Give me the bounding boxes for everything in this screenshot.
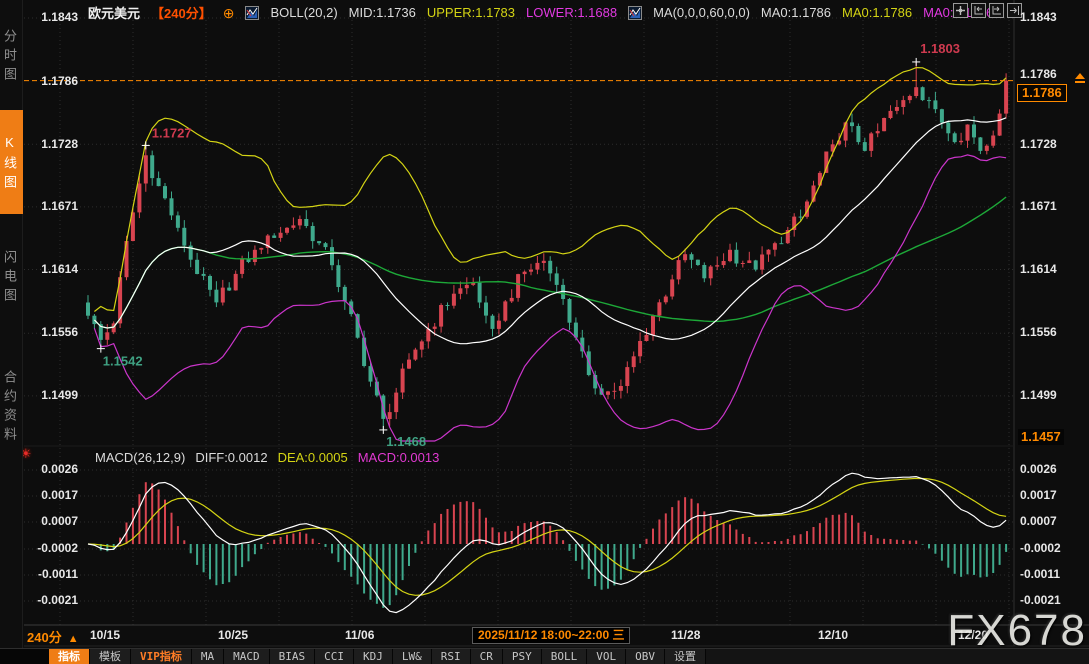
chart-type-sidebar: 分时图 K线图 闪电图 合约资料 (0, 0, 23, 648)
current-price-badge: 1.1786 (1017, 84, 1067, 102)
price-tick-left: 1.1728 (26, 137, 78, 152)
macd-tick-right: 0.0026 (1020, 462, 1080, 477)
sidebar-item-contract-info[interactable]: 合约资料 (0, 340, 23, 472)
symbol-name: 欧元美元 (88, 3, 140, 22)
watermark: FX678 (947, 606, 1087, 656)
tab-settings[interactable]: 设置 (665, 649, 706, 664)
tab-cci[interactable]: CCI (315, 649, 354, 664)
boll-legend-icon[interactable] (245, 6, 259, 20)
price-tick-left: 1.1499 (26, 388, 78, 403)
macd-tick-left: -0.0021 (26, 593, 78, 608)
macd-tick-left: 0.0007 (26, 514, 78, 529)
macd-tick-right: 0.0007 (1020, 514, 1080, 529)
x-axis-date: 12/10 (818, 628, 848, 642)
indicator-tab-bar: 指标 模板 VIP指标 MA MACD BIAS CCI KDJ LW& RSI… (0, 648, 1089, 664)
chart-toolbar (953, 3, 1022, 18)
scale-low-badge: 1.1457 (1018, 429, 1064, 445)
macd-title: MACD(26,12,9) (95, 450, 185, 465)
price-tick-left: 1.1614 (26, 262, 78, 277)
boll-upper-value: UPPER:1.1783 (427, 5, 515, 20)
ma2-value: MA0:1.1786 (842, 5, 912, 20)
sidebar-item-label: K线图 (0, 135, 19, 194)
price-tick-right: 1.1786 (1020, 67, 1080, 82)
sidebar-item-kline-chart[interactable]: K线图 (0, 110, 23, 214)
price-tick-right: 1.1556 (1020, 325, 1080, 340)
chart-header: 欧元美元 【240分】 ⊕ BOLL(20,2) MID:1.1736 UPPE… (88, 3, 993, 22)
price-tick-left: 1.1843 (26, 10, 78, 25)
tab-indicator[interactable]: 指标 (49, 649, 90, 664)
macd-tick-right: -0.0002 (1020, 541, 1080, 556)
boll-title: BOLL(20,2) (270, 5, 337, 20)
tab-cr[interactable]: CR (471, 649, 503, 664)
price-tick-right: 1.1843 (1020, 10, 1080, 25)
price-tick-left: 1.1671 (26, 199, 78, 214)
tab-kdj[interactable]: KDJ (354, 649, 393, 664)
dropdown-arrow-icon: ▲ (68, 633, 79, 645)
tab-bar-spacer (0, 649, 49, 664)
macd-tick-right: 0.0017 (1020, 488, 1080, 503)
tab-obv[interactable]: OBV (626, 649, 665, 664)
price-tick-left: 1.1556 (26, 325, 78, 340)
macd-header: MACD(26,12,9) DIFF:0.0012 DEA:0.0005 MAC… (95, 450, 439, 465)
boll-lower-value: LOWER:1.1688 (526, 5, 617, 20)
sidebar-item-lightning-chart[interactable]: 闪电图 (0, 226, 23, 326)
price-tick-right: 1.1499 (1020, 388, 1080, 403)
x-axis-date: 11/28 (671, 628, 700, 642)
macd-tick-left: 0.0017 (26, 488, 78, 503)
x-axis-date: 10/15 (90, 628, 120, 642)
ma1-value: MA0:1.1786 (761, 5, 831, 20)
svg-text:1.1803: 1.1803 (920, 41, 960, 56)
svg-text:1.1727: 1.1727 (152, 125, 192, 140)
latest-price-arrow-icon[interactable] (1073, 71, 1087, 90)
tab-psy[interactable]: PSY (503, 649, 542, 664)
macd-tick-left: 0.0026 (26, 462, 78, 477)
price-chart-canvas[interactable]: 1.1727 1.1542 1.1468 1.1803 (0, 0, 1089, 664)
ma-legend-icon[interactable] (628, 6, 642, 20)
macd-tick-left: -0.0011 (26, 567, 78, 582)
svg-text:1.1468: 1.1468 (386, 434, 426, 449)
period-selector-label: 240分 (27, 630, 62, 645)
price-tick-right: 1.1728 (1020, 137, 1080, 152)
macd-tick-right: -0.0011 (1020, 567, 1080, 582)
selected-bar-datetime: 2025/11/12 18:00~22:00 三 (472, 627, 630, 644)
macd-tick-left: -0.0002 (26, 541, 78, 556)
pan-icon[interactable] (953, 3, 968, 18)
tab-bias[interactable]: BIAS (270, 649, 316, 664)
x-axis-date: 11/06 (345, 628, 374, 642)
trading-app-window: 1.1727 1.1542 1.1468 1.1803 分时图 K线图 闪电图 合约资… (0, 0, 1089, 664)
macd-dea-value: DEA:0.0005 (278, 450, 348, 465)
sidebar-item-time-chart[interactable]: 分时图 (0, 6, 23, 104)
period-selector[interactable]: 240分 ▲ (27, 627, 79, 646)
tab-ma[interactable]: MA (192, 649, 224, 664)
tab-vip-indicator[interactable]: VIP指标 (131, 649, 192, 664)
scale-left-icon[interactable] (971, 3, 986, 18)
price-tick-left: 1.1786 (26, 74, 78, 89)
svg-text:1.1542: 1.1542 (103, 354, 143, 369)
sidebar-item-label: 合约资料 (0, 370, 19, 446)
sidebar-item-label: 分时图 (0, 29, 19, 86)
tab-vol[interactable]: VOL (587, 649, 626, 664)
price-tick-right: 1.1671 (1020, 199, 1080, 214)
tab-rsi[interactable]: RSI (432, 649, 471, 664)
macd-diff-value: DIFF:0.0012 (195, 450, 267, 465)
sidebar-item-label: 闪电图 (0, 250, 19, 307)
period-label: 【240分】 (151, 3, 212, 22)
x-axis-date: 10/25 (218, 628, 248, 642)
tab-macd[interactable]: MACD (224, 649, 270, 664)
macd-value: MACD:0.0013 (358, 450, 440, 465)
tab-template[interactable]: 模板 (90, 649, 131, 664)
tab-lw[interactable]: LW& (393, 649, 432, 664)
ma-title: MA(0,0,0,60,0,0) (653, 5, 750, 20)
add-indicator-icon[interactable]: ⊕ (223, 7, 235, 19)
tab-boll[interactable]: BOLL (542, 649, 588, 664)
scale-right-icon[interactable] (989, 3, 1004, 18)
price-tick-right: 1.1614 (1020, 262, 1080, 277)
boll-mid-value: MID:1.1736 (349, 5, 416, 20)
